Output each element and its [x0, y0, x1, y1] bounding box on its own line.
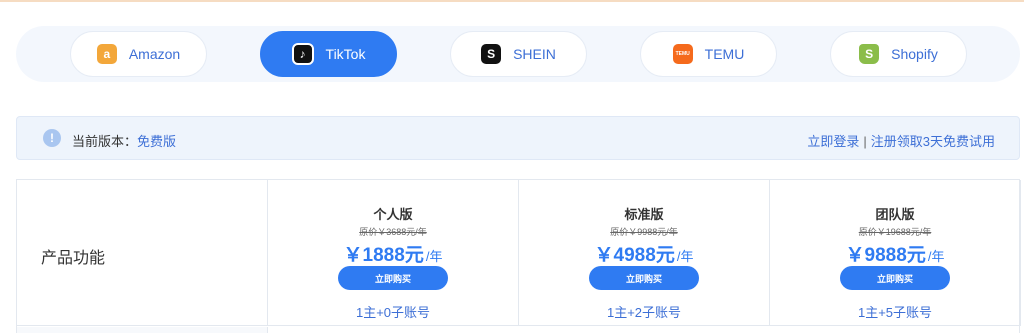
plan-name: 团队版: [875, 207, 915, 222]
tab-label: SHEIN: [513, 46, 556, 62]
register-trial-link[interactable]: 注册领取3天免费试用: [871, 134, 995, 149]
account-count: 1主+5子账号: [857, 305, 933, 320]
price-unit: /年: [425, 249, 443, 264]
plan-price: ￥9888元/年: [770, 240, 1020, 267]
plan-name: 个人版: [373, 207, 413, 222]
plan-standard: 标准版 原价￥9988元/年 ￥4988元/年 立即购买 1主+2子账号: [519, 180, 770, 326]
account-count: 1主+0子账号: [355, 305, 431, 320]
plan-price: ￥4988元/年: [519, 240, 769, 267]
version-value: 免费版: [137, 134, 177, 149]
tab-label: TEMU: [704, 46, 745, 62]
plan-name: 标准版: [624, 207, 664, 222]
info-icon: !: [43, 129, 61, 147]
amazon-icon: a: [96, 44, 117, 64]
version-label: 当前版本：: [72, 134, 138, 149]
temu-icon: TEMU: [672, 44, 693, 64]
version-notice: ! 当前版本：免费版 立即登录 | 注册领取3天免费试用: [16, 116, 1020, 160]
shein-icon: S: [481, 44, 502, 64]
tab-shein[interactable]: S SHEIN: [450, 31, 587, 77]
price-value: ￥4988元: [594, 245, 675, 266]
pricing-table: 产品功能 个人版 原价￥3688元/年 ￥1888元/年 立即购买 1主+0子账…: [16, 179, 1021, 333]
notice-links: 立即登录 | 注册领取3天免费试用: [807, 131, 995, 150]
tab-temu[interactable]: TEMU TEMU: [640, 31, 777, 77]
price-unit: /年: [927, 249, 945, 264]
platform-tab-bar: a Amazon ♪ TikTok S SHEIN TEMU TEMU S Sh…: [16, 26, 1020, 82]
shopify-icon: S: [859, 44, 880, 64]
current-version: 当前版本：免费版: [72, 131, 176, 150]
feature-title: 产品功能: [41, 250, 106, 267]
price-unit: /年: [676, 249, 694, 264]
login-link[interactable]: 立即登录: [807, 134, 859, 149]
tiktok-icon: ♪: [291, 43, 314, 65]
tab-label: Shopify: [891, 46, 938, 62]
buy-now-button[interactable]: 立即购买: [840, 266, 950, 290]
plan-team: 团队版 原价￥19688元/年 ￥9888元/年 立即购买 1主+5子账号: [770, 180, 1021, 326]
tab-label: TikTok: [325, 46, 366, 62]
original-price: 原价￥3688元/年: [359, 227, 427, 237]
buy-now-button[interactable]: 立即购买: [338, 266, 448, 290]
price-value: ￥9888元: [845, 245, 926, 266]
price-value: ￥1888元: [343, 245, 424, 266]
feature-row: [17, 327, 268, 333]
plan-personal: 个人版 原价￥3688元/年 ￥1888元/年 立即购买 1主+0子账号: [268, 180, 519, 326]
tab-shopify[interactable]: S Shopify: [830, 31, 967, 77]
link-separator: |: [863, 134, 867, 149]
tab-tiktok[interactable]: ♪ TikTok: [260, 31, 397, 77]
original-price: 原价￥9988元/年: [610, 227, 678, 237]
top-divider: [0, 0, 1024, 2]
feature-header-cell: 产品功能: [17, 180, 268, 326]
plan-price: ￥1888元/年: [268, 240, 518, 267]
tab-label: Amazon: [128, 46, 181, 62]
buy-now-button[interactable]: 立即购买: [589, 266, 699, 290]
tab-amazon[interactable]: a Amazon: [70, 31, 207, 77]
account-count: 1主+2子账号: [606, 305, 682, 320]
original-price: 原价￥19688元/年: [858, 227, 932, 237]
